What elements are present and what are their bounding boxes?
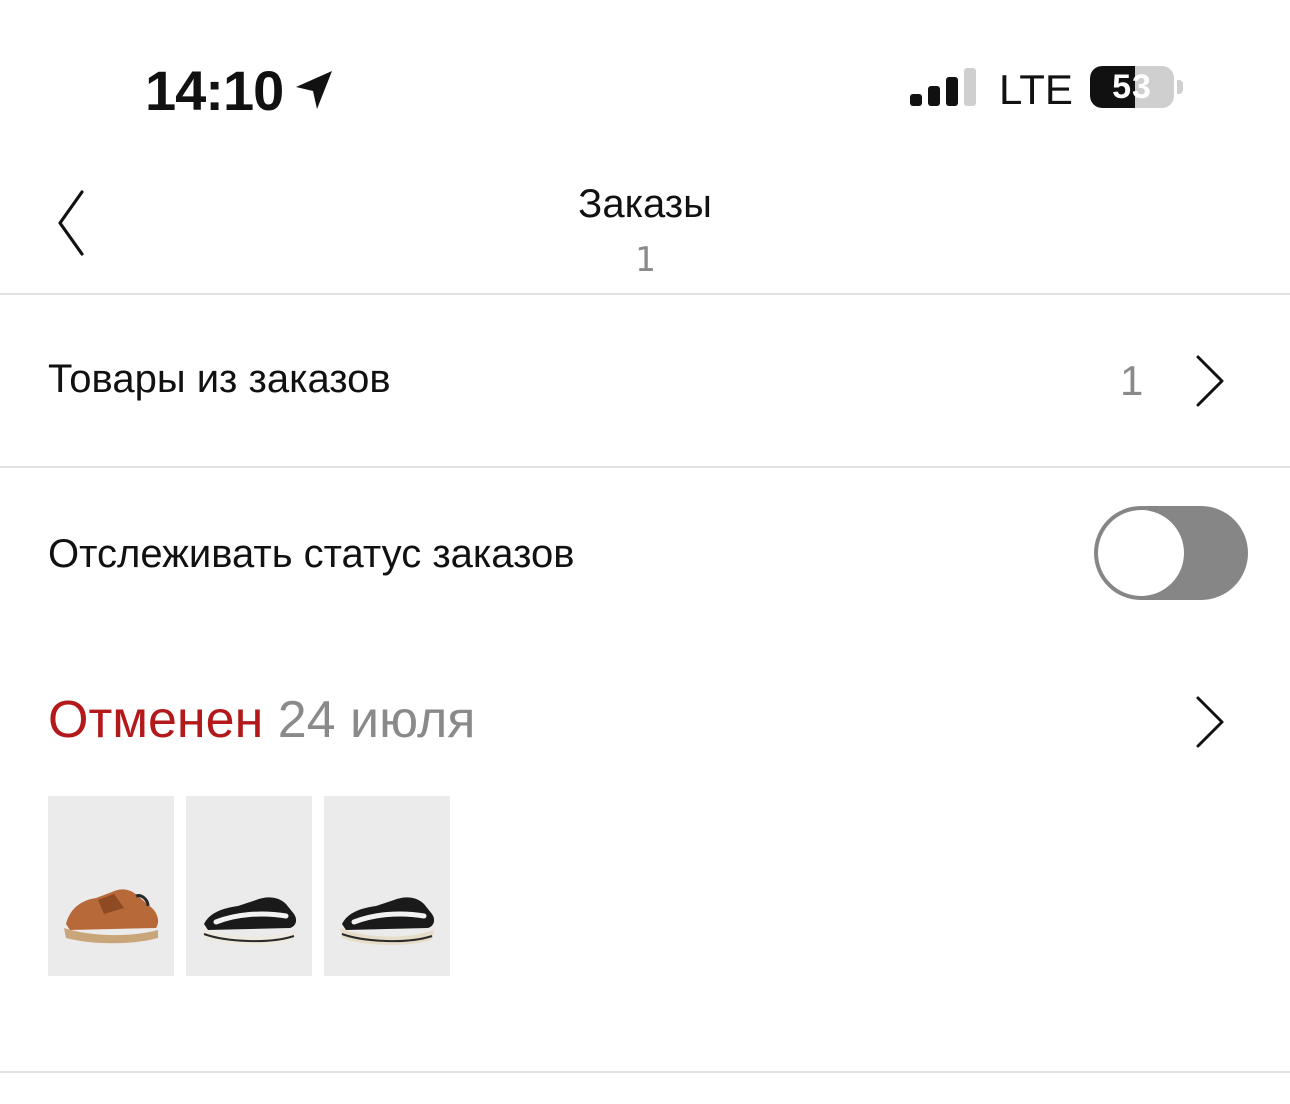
product-thumbnail[interactable]: [186, 796, 312, 976]
product-thumbnail[interactable]: [48, 796, 174, 976]
order-items-row[interactable]: Товары из заказов 1: [0, 295, 1290, 465]
order-date-month: июля: [350, 691, 476, 749]
location-arrow-icon: [296, 71, 332, 109]
order-header: Отменен 24 июля: [48, 690, 475, 750]
chevron-right-icon: [1196, 355, 1224, 407]
sneaker-black-icon: [202, 897, 297, 946]
track-status-toggle[interactable]: [1094, 506, 1248, 600]
divider: [0, 1071, 1290, 1073]
product-thumbnail[interactable]: [324, 796, 450, 976]
battery-cap: [1177, 80, 1183, 94]
track-status-label: Отслеживать статус заказов: [48, 532, 575, 576]
order-status: Отменен: [48, 691, 264, 749]
order-date-day: 24: [277, 691, 336, 749]
page-title: Заказы: [578, 182, 712, 226]
order-items-count: 1: [1120, 357, 1144, 404]
cellular-signal-icon: [910, 68, 976, 106]
order-items-label: Товары из заказов: [48, 357, 391, 401]
sneaker-brown-icon: [64, 889, 159, 944]
toggle-knob: [1098, 510, 1184, 596]
orders-count: 1: [634, 240, 656, 280]
battery-icon: 53: [1090, 66, 1174, 108]
chevron-right-icon: [1196, 696, 1224, 748]
battery-level: 53: [1112, 68, 1152, 106]
network-type-label: LTE: [999, 66, 1073, 113]
status-time: 14:10: [145, 59, 284, 122]
sneaker-black-icon: [340, 897, 435, 946]
